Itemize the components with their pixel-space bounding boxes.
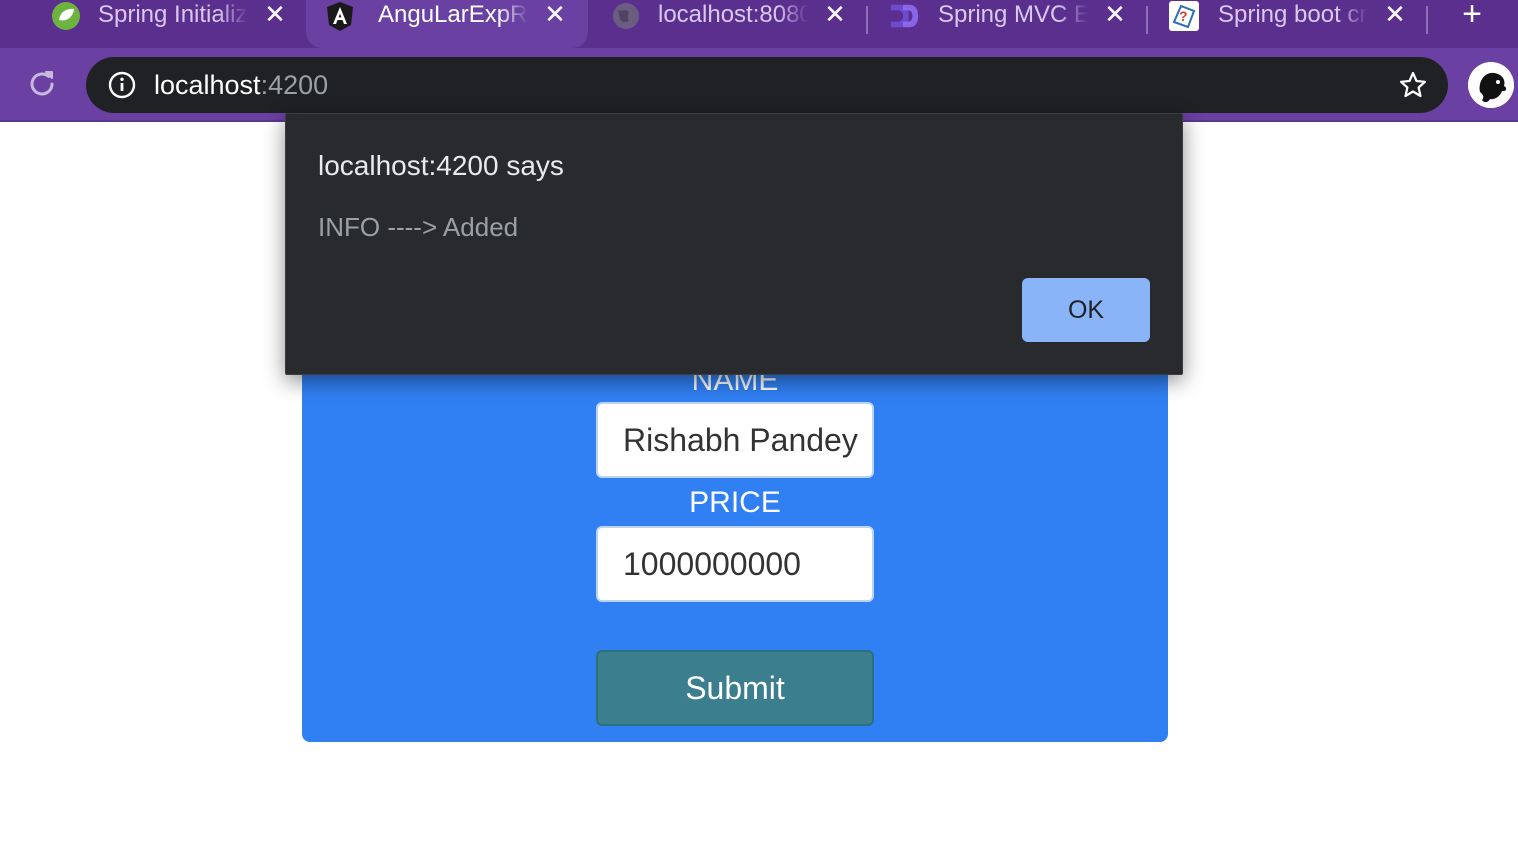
tab-angularexprest[interactable]: AnguLarExpRest ✕ bbox=[306, 0, 588, 48]
ok-button[interactable]: OK bbox=[1022, 278, 1150, 342]
product-form-card: NAME Rishabh Pandey PRICE 1000000000 Sub… bbox=[302, 364, 1168, 742]
svg-text:?: ? bbox=[1179, 8, 1188, 24]
tab-title: Spring boot crud bbox=[1218, 1, 1368, 28]
site-info-icon[interactable] bbox=[108, 71, 136, 99]
angular-icon bbox=[324, 0, 356, 32]
site-logo-icon: ? bbox=[1168, 0, 1200, 32]
tab-spring-mvc-example[interactable]: Spring MVC Example ✕ bbox=[868, 0, 1146, 48]
submit-button[interactable]: Submit bbox=[596, 650, 874, 726]
reload-icon[interactable] bbox=[24, 66, 60, 102]
url-port: :4200 bbox=[260, 70, 329, 100]
close-tab-icon[interactable]: ✕ bbox=[1382, 0, 1408, 30]
alert-dialog: localhost:4200 says INFO ----> Added OK bbox=[285, 113, 1183, 375]
tab-title: localhost:8080 bbox=[658, 1, 808, 28]
jd-logo-icon bbox=[888, 0, 920, 32]
tab-strip: Spring Initializr ✕ AnguLarExpRest ✕ loc… bbox=[0, 0, 1518, 48]
tab-spring-initializr[interactable]: Spring Initializr ✕ bbox=[0, 0, 306, 48]
close-tab-icon[interactable]: ✕ bbox=[1102, 0, 1128, 30]
tab-localhost-8080[interactable]: localhost:8080 ✕ bbox=[588, 0, 866, 48]
tab-separator bbox=[1426, 6, 1428, 34]
url-host: localhost bbox=[154, 70, 261, 100]
price-input[interactable]: 1000000000 bbox=[596, 526, 874, 602]
address-bar[interactable]: localhost:4200 bbox=[86, 57, 1448, 113]
profile-avatar[interactable] bbox=[1468, 62, 1514, 108]
spring-leaf-icon bbox=[50, 0, 82, 32]
price-label: PRICE bbox=[689, 486, 781, 519]
dialog-message: INFO ----> Added bbox=[318, 212, 519, 242]
bookmark-star-icon[interactable] bbox=[1398, 70, 1428, 100]
close-tab-icon[interactable]: ✕ bbox=[542, 0, 568, 30]
url-text[interactable]: localhost:4200 bbox=[154, 57, 328, 113]
browser-toolbar: localhost:4200 bbox=[0, 48, 1518, 122]
close-tab-icon[interactable]: ✕ bbox=[262, 0, 288, 30]
tab-title: Spring Initializr bbox=[98, 1, 248, 28]
dialog-title: localhost:4200 says bbox=[318, 150, 564, 181]
name-input[interactable]: Rishabh Pandey bbox=[596, 402, 874, 478]
tab-title: Spring MVC Example bbox=[938, 1, 1088, 28]
tab-title: AnguLarExpRest bbox=[378, 1, 528, 28]
new-tab-button[interactable]: + bbox=[1452, 0, 1492, 31]
globe-icon bbox=[610, 0, 642, 32]
close-tab-icon[interactable]: ✕ bbox=[822, 0, 848, 30]
tab-spring-boot-crud[interactable]: ? Spring boot crud ✕ bbox=[1148, 0, 1428, 48]
